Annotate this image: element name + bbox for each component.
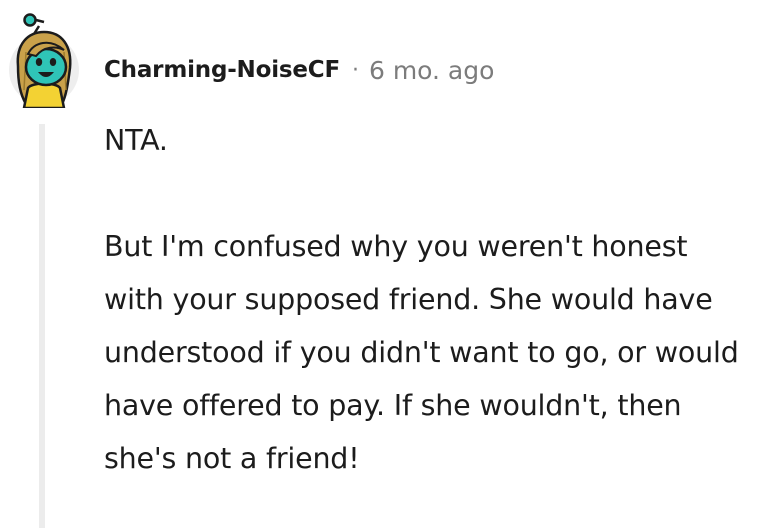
comment-paragraph: But I'm confused why you weren't honest …	[104, 230, 739, 475]
comment-meta: Charming-NoiseCF · 6 mo. ago	[104, 52, 494, 88]
comment: Charming-NoiseCF · 6 mo. ago NTA. But I'…	[0, 0, 763, 528]
comment-author[interactable]: Charming-NoiseCF	[104, 57, 340, 83]
comment-timestamp[interactable]: 6 mo. ago	[369, 56, 494, 85]
comment-body: NTA. But I'm confused why you weren't ho…	[104, 114, 754, 485]
snoo-avatar-icon	[9, 13, 79, 110]
thread-collapse-line[interactable]	[39, 124, 45, 528]
user-avatar[interactable]	[6, 12, 80, 110]
comment-paragraph: NTA.	[104, 124, 168, 157]
meta-separator: ·	[351, 57, 359, 83]
